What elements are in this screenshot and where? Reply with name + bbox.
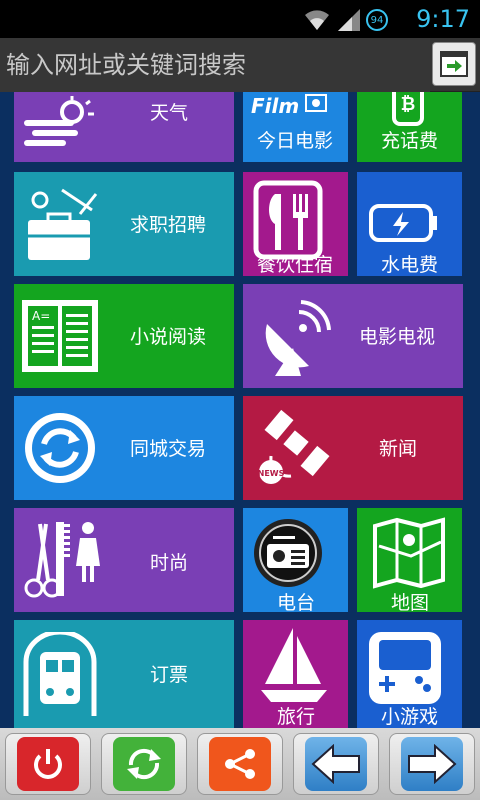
tile-label: 订票 <box>150 664 189 686</box>
tile-tickets[interactable]: 订票 <box>14 620 234 728</box>
map-icon <box>373 517 445 589</box>
sailboat-icon <box>261 628 327 702</box>
tile-label: 餐饮住宿 <box>257 254 334 276</box>
sync-circle-icon <box>25 413 95 483</box>
satellite-news-icon: NEWS <box>258 409 330 484</box>
tile-label: 旅行 <box>277 706 316 728</box>
tile-grid: 天气 Film 今日电影 ₿ 充话费 求职招聘 餐饮住宿 水电费 A= 小说阅读… <box>0 92 480 728</box>
tile-label: 新闻 <box>379 438 418 460</box>
tile-label: 充话费 <box>381 130 439 152</box>
tile-radio[interactable]: 电台 <box>243 508 348 612</box>
film-logo-text: Film <box>251 94 300 118</box>
book-icon: A= <box>22 300 98 372</box>
power-icon <box>34 749 62 779</box>
search-input[interactable] <box>0 38 430 92</box>
train-icon <box>23 632 97 716</box>
app-root: 94 9:17 天气 <box>0 0 480 800</box>
share-button[interactable] <box>197 733 283 795</box>
tile-tv[interactable]: 电影电视 <box>243 284 463 388</box>
back-button[interactable] <box>293 733 379 795</box>
fork-knife-icon <box>253 180 323 260</box>
svg-text:₿: ₿ <box>401 94 416 115</box>
tile-utilities[interactable]: 水电费 <box>357 172 462 276</box>
tile-label: 求职招聘 <box>130 214 207 236</box>
back-button-face <box>305 737 367 791</box>
tile-news[interactable]: NEWS 新闻 <box>243 396 463 500</box>
search-bar <box>0 38 480 92</box>
status-icons: 94 <box>302 8 388 32</box>
refresh-button-face <box>113 737 175 791</box>
tile-fashion[interactable]: 时尚 <box>14 508 234 612</box>
forward-arrow-icon <box>408 744 457 784</box>
satellite-dish-icon <box>265 300 331 376</box>
tile-novels[interactable]: A= 小说阅读 <box>14 284 234 388</box>
bottom-toolbar <box>0 728 480 800</box>
battery-bolt-icon <box>369 204 437 242</box>
tile-label: 电影电视 <box>359 326 436 348</box>
refresh-icon <box>127 748 161 780</box>
status-time: 9:17 <box>416 5 470 33</box>
scissors-comb-icon <box>24 522 100 598</box>
phone-bitcoin-icon: ₿ <box>392 92 424 126</box>
tile-jobs[interactable]: 求职招聘 <box>14 172 234 276</box>
tile-label: 地图 <box>391 592 430 612</box>
refresh-button[interactable] <box>101 733 187 795</box>
tile-travel[interactable]: 旅行 <box>243 620 348 728</box>
tile-label: 今日电影 <box>257 130 334 152</box>
power-button[interactable] <box>5 733 91 795</box>
status-bar: 94 9:17 <box>0 0 480 38</box>
weather-icon <box>24 96 94 146</box>
tile-label: 同城交易 <box>130 438 207 460</box>
share-icon <box>225 749 255 779</box>
briefcase-icon <box>28 188 98 260</box>
tile-recharge[interactable]: ₿ 充话费 <box>357 92 462 162</box>
tile-label: 电台 <box>277 592 316 612</box>
tile-dining[interactable]: 餐饮住宿 <box>243 172 348 276</box>
wifi-icon <box>305 10 329 30</box>
tile-games[interactable]: 小游戏 <box>357 620 462 728</box>
back-arrow-icon <box>311 744 360 784</box>
go-icon <box>440 51 468 77</box>
go-button[interactable] <box>432 42 476 86</box>
forward-button[interactable] <box>389 733 475 795</box>
tile-label: 水电费 <box>381 254 439 276</box>
battery-badge: 94 <box>366 9 388 31</box>
tile-exchange[interactable]: 同城交易 <box>14 396 234 500</box>
power-button-face <box>17 737 79 791</box>
tile-label: 天气 <box>150 102 189 124</box>
radio-icon <box>254 519 322 587</box>
gamepad-icon <box>369 632 441 704</box>
signal-icon <box>338 9 360 31</box>
tile-movie-today[interactable]: Film 今日电影 <box>243 92 348 162</box>
share-button-face <box>209 737 271 791</box>
tile-weather[interactable]: 天气 <box>14 92 234 162</box>
film-reel-icon <box>305 94 327 112</box>
news-badge-text: NEWS <box>258 469 285 478</box>
tile-label: 时尚 <box>150 552 189 574</box>
svg-text:A=: A= <box>32 309 50 323</box>
tile-label: 小游戏 <box>381 706 439 728</box>
forward-button-face <box>401 737 463 791</box>
tile-label: 小说阅读 <box>130 326 207 348</box>
tile-map[interactable]: 地图 <box>357 508 462 612</box>
